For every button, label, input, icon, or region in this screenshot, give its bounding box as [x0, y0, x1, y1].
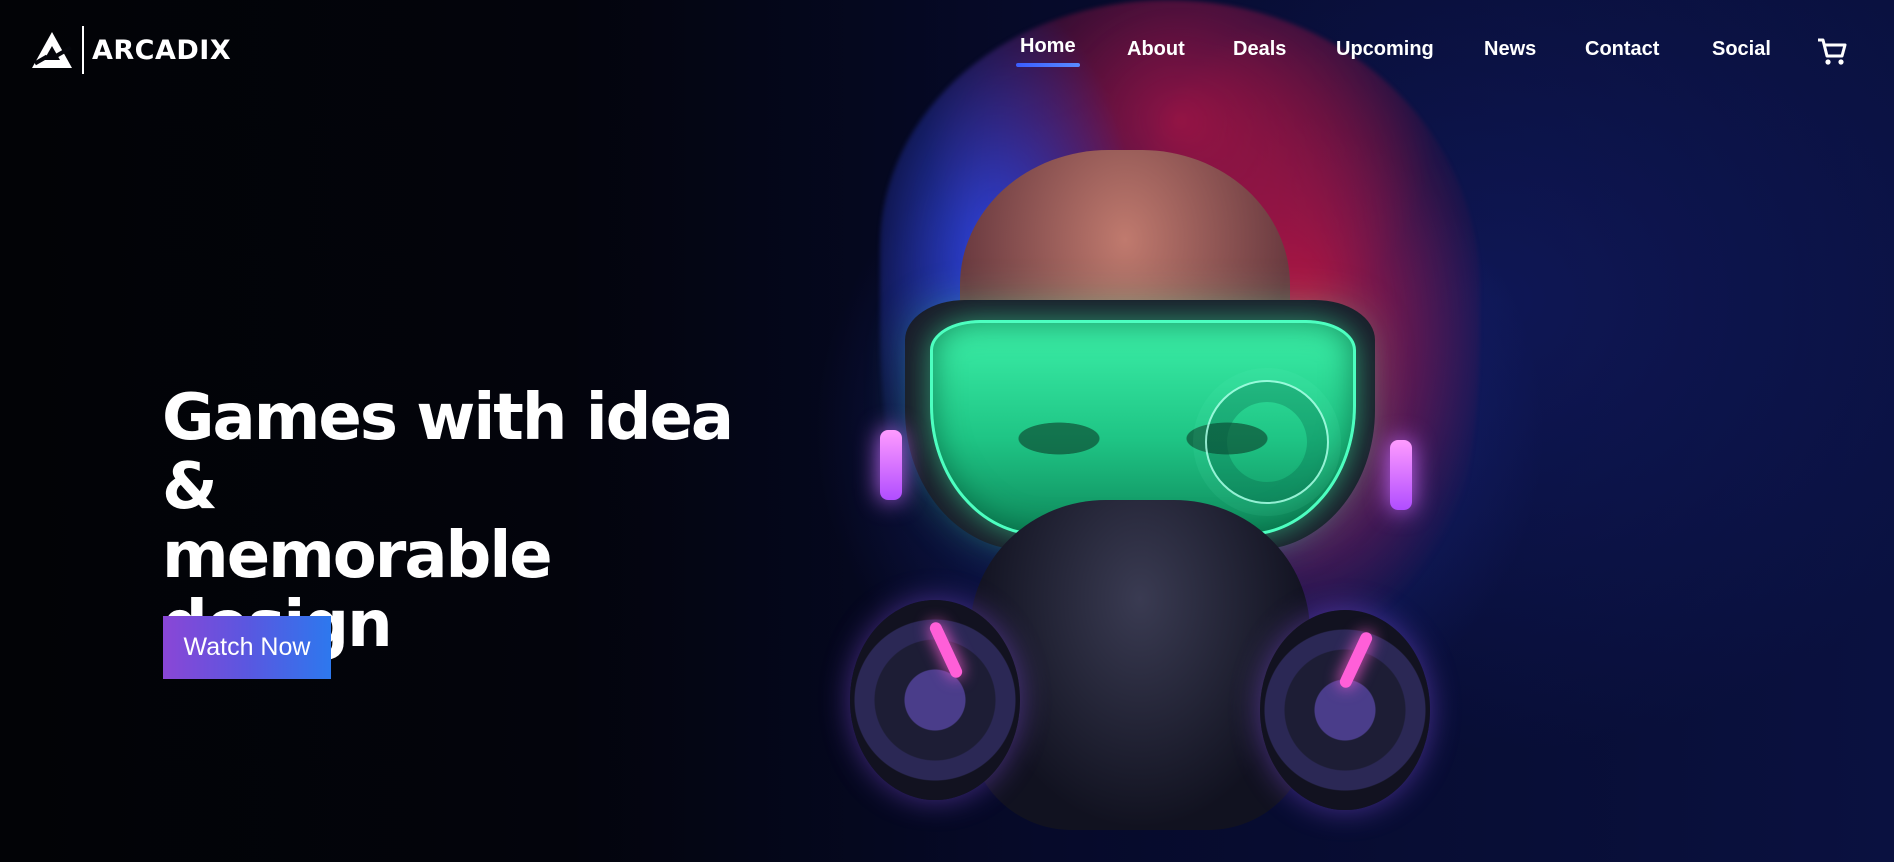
goggles-light-right: [1390, 440, 1412, 510]
nav-item-label: About: [1127, 38, 1185, 60]
nav-item-label: News: [1484, 38, 1537, 60]
arcadix-logo-icon: [32, 32, 72, 68]
gas-mask: [970, 500, 1310, 830]
mask-filter-right: [1260, 610, 1430, 810]
brand-logo-link[interactable]: ARCADIX: [30, 26, 231, 74]
nav-item-about[interactable]: About: [1127, 38, 1185, 61]
brand-name: ARCADIX: [92, 34, 232, 66]
nav-item-contact[interactable]: Contact: [1585, 38, 1659, 61]
active-nav-indicator: [1016, 63, 1080, 67]
hud-ring: [1205, 380, 1329, 504]
goggles-light-left: [880, 430, 902, 500]
nav-item-label: Home: [1020, 35, 1076, 57]
page: ARCADIX Home About Deals Upcoming News C…: [0, 0, 1894, 862]
hero-headline-line2: memorable: [162, 519, 553, 593]
nav-item-label: Contact: [1585, 38, 1660, 60]
shopping-cart-icon: [1818, 38, 1847, 65]
nav-item-deals[interactable]: Deals: [1233, 38, 1286, 61]
watch-now-button[interactable]: Watch Now: [163, 616, 331, 679]
nav-item-label: Upcoming: [1336, 38, 1434, 60]
hero-headline-line1: Games with idea &: [162, 381, 734, 524]
cart-button[interactable]: [1816, 36, 1848, 68]
nav-item-news[interactable]: News: [1484, 38, 1536, 61]
nav-item-label: Social: [1712, 38, 1771, 60]
nav-item-label: Deals: [1233, 38, 1287, 60]
logo-divider: [82, 26, 84, 74]
nav-item-social[interactable]: Social: [1712, 38, 1771, 61]
nav-item-home[interactable]: Home: [1016, 35, 1080, 67]
hero-character-image: [820, 0, 1560, 862]
nav-item-upcoming[interactable]: Upcoming: [1336, 38, 1434, 61]
